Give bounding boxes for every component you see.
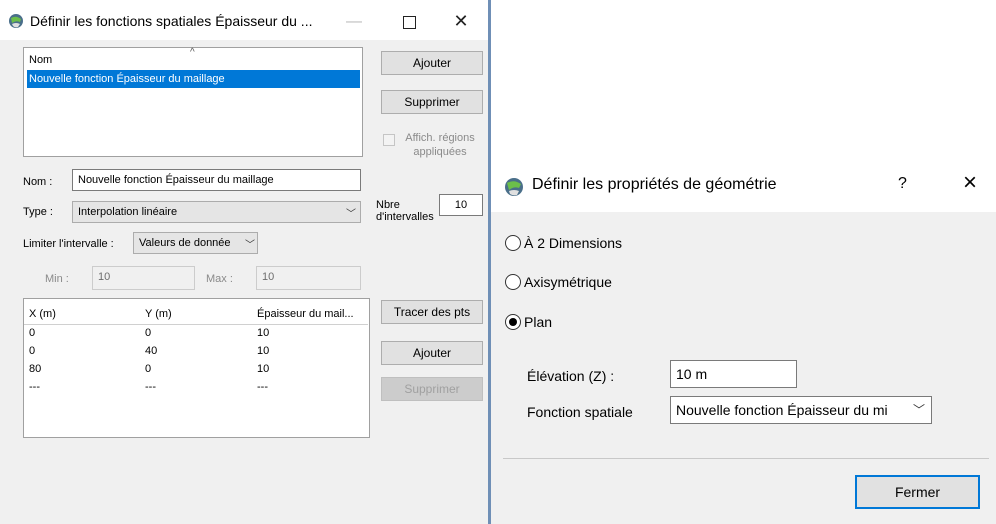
table-cell[interactable]: 0 xyxy=(145,363,151,375)
app-globe-icon xyxy=(505,178,523,196)
column-header-x[interactable]: X (m) xyxy=(29,308,56,320)
spatial-function-value: Nouvelle fonction Épaisseur du mi xyxy=(676,402,888,418)
show-regions-label: Affich. régions appliquées xyxy=(405,132,475,158)
column-header-y[interactable]: Y (m) xyxy=(145,308,172,320)
radio-axisymmetric-label[interactable]: Axisymétrique xyxy=(524,274,612,290)
max-label: Max : xyxy=(206,273,233,285)
radio-axisymmetric[interactable] xyxy=(505,274,521,290)
table-cell[interactable]: --- xyxy=(145,381,156,393)
show-regions-checkbox[interactable] xyxy=(383,134,395,146)
table-cell[interactable]: 10 xyxy=(257,363,269,375)
spatial-function-select[interactable]: Nouvelle fonction Épaisseur du mi xyxy=(670,396,932,424)
limit-interval-select[interactable]: Valeurs de donnée xyxy=(133,232,258,254)
name-label: Nom : xyxy=(23,176,53,188)
dialog1-title: Définir les fonctions spatiales Épaisseu… xyxy=(30,13,313,29)
table-cell[interactable]: --- xyxy=(257,381,268,393)
chevron-down-icon: ﹀ xyxy=(243,236,255,251)
add-point-button[interactable]: Ajouter xyxy=(381,341,483,365)
max-field[interactable]: 10 xyxy=(256,266,361,290)
radio-plan[interactable] xyxy=(505,314,521,330)
elevation-label: Élévation (Z) : xyxy=(527,368,615,384)
intervals-field[interactable]: 10 xyxy=(439,194,483,216)
type-select-value: Interpolation linéaire xyxy=(78,206,178,218)
help-button[interactable]: ? xyxy=(898,175,907,193)
app-globe-icon xyxy=(9,14,23,28)
table-cell[interactable]: 0 xyxy=(29,327,35,339)
intervals-label: Nbre d'intervalles xyxy=(376,199,434,223)
name-field[interactable]: Nouvelle fonction Épaisseur du maillage xyxy=(72,169,361,191)
min-label: Min : xyxy=(45,273,69,285)
plot-points-button[interactable]: Tracer des pts xyxy=(381,300,483,324)
close-button[interactable]: × xyxy=(963,171,977,195)
radio-plan-label[interactable]: Plan xyxy=(524,314,552,330)
geometry-properties-dialog xyxy=(491,162,996,524)
table-cell[interactable]: --- xyxy=(29,381,40,393)
sort-arrow-icon: ^ xyxy=(190,47,195,58)
elevation-field[interactable]: 10 m xyxy=(670,360,797,388)
delete-function-button[interactable]: Supprimer xyxy=(381,90,483,114)
add-function-button[interactable]: Ajouter xyxy=(381,51,483,75)
dialog2-title: Définir les propriétés de géométrie xyxy=(532,176,777,193)
type-select[interactable]: Interpolation linéaire xyxy=(72,201,361,223)
table-header-divider xyxy=(24,324,368,325)
list-item-label: Nouvelle fonction Épaisseur du maillage xyxy=(29,73,225,85)
table-cell[interactable]: 40 xyxy=(145,345,157,357)
delete-point-button[interactable]: Supprimer xyxy=(381,377,483,401)
table-cell[interactable]: 0 xyxy=(145,327,151,339)
minimize-button[interactable]: — xyxy=(344,12,364,32)
list-header-name[interactable]: Nom xyxy=(29,54,52,66)
table-cell[interactable]: 0 xyxy=(29,345,35,357)
limit-interval-value: Valeurs de donnée xyxy=(139,237,231,249)
chevron-down-icon: ﹀ xyxy=(346,209,356,220)
radio-2d-label[interactable]: À 2 Dimensions xyxy=(524,235,622,251)
maximize-button[interactable] xyxy=(403,16,416,29)
chevron-down-icon: ﹀ xyxy=(913,403,926,417)
min-field[interactable]: 10 xyxy=(92,266,195,290)
radio-2d[interactable] xyxy=(505,235,521,251)
limit-interval-label: Limiter l'intervalle : xyxy=(23,238,114,250)
divider xyxy=(503,458,989,459)
table-cell[interactable]: 10 xyxy=(257,327,269,339)
functions-list[interactable] xyxy=(23,47,363,157)
type-label: Type : xyxy=(23,206,53,218)
close-button[interactable]: ✕ xyxy=(451,11,471,31)
close-dialog-button[interactable]: Fermer xyxy=(855,475,980,509)
column-header-thickness[interactable]: Épaisseur du mail... xyxy=(257,308,354,320)
table-cell[interactable]: 10 xyxy=(257,345,269,357)
table-cell[interactable]: 80 xyxy=(29,363,41,375)
spatial-function-label: Fonction spatiale xyxy=(527,404,633,420)
